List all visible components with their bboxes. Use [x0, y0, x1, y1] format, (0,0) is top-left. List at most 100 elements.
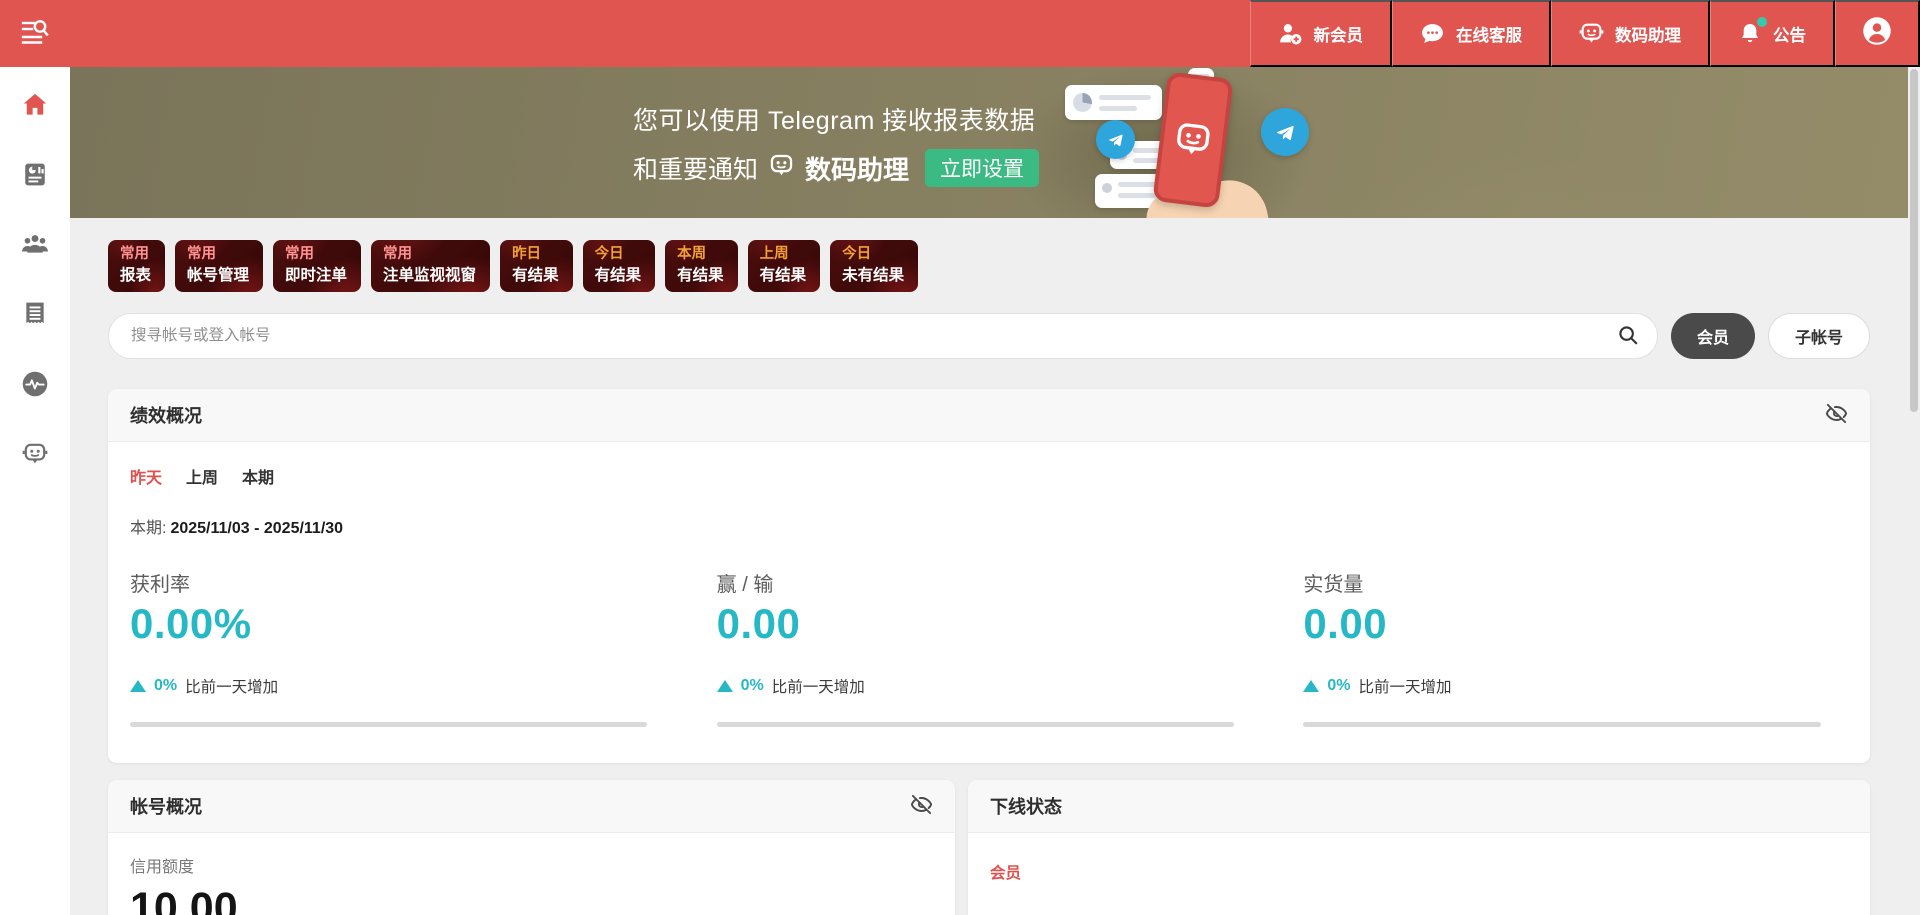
main-content: 您可以使用 Telegram 接收报表数据 和重要通知 数码助理 立即设置 [70, 67, 1908, 915]
card-title: 绩效概况 [130, 402, 202, 428]
quick-link-today-results[interactable]: 今日 有结果 [583, 240, 656, 292]
quick-link-badges: 常用 报表 常用 帐号管理 常用 即时注单 常用 注单监视视窗 昨日 有结果 今… [108, 240, 1870, 292]
badge-tag: 今日 [842, 244, 904, 265]
search-box [108, 313, 1658, 359]
nav-item-label: 公告 [1773, 22, 1806, 46]
quick-link-bet-monitor[interactable]: 常用 注单监视视窗 [371, 240, 490, 292]
metric-label: 实货量 [1303, 568, 1848, 597]
quick-link-yesterday-results[interactable]: 昨日 有结果 [500, 240, 573, 292]
card-header: 帐号概况 [108, 780, 955, 833]
navbar-right-group: 新会员 在线客服 [1250, 0, 1920, 67]
banner-line2-prefix: 和重要通知 [633, 150, 758, 186]
badge-tag: 常用 [187, 244, 249, 265]
tab-last-week[interactable]: 上周 [186, 464, 218, 488]
setup-now-button[interactable]: 立即设置 [925, 149, 1039, 187]
tab-current-period[interactable]: 本期 [242, 464, 274, 488]
nav-item-label: 数码助理 [1615, 22, 1681, 46]
metric-profit-rate: 获利率 0.00% 0% 比前一天增加 [130, 568, 675, 727]
metric-turnover: 实货量 0.00 0% 比前一天增加 [1303, 568, 1848, 727]
sidebar-item-home[interactable] [21, 91, 49, 121]
badge-label: 有结果 [677, 265, 724, 286]
scrollbar-thumb[interactable] [1910, 69, 1918, 412]
hide-values-button[interactable] [910, 793, 933, 819]
eye-off-icon [910, 793, 933, 819]
bet-list-icon [22, 300, 48, 330]
badge-label: 有结果 [595, 265, 642, 286]
metrics-row: 获利率 0.00% 0% 比前一天增加 赢 / 输 0.00 [130, 568, 1848, 727]
search-input[interactable] [109, 327, 1617, 345]
robot-assistant-icon [22, 441, 48, 470]
credit-limit-label: 信用额度 [130, 853, 933, 877]
sidebar-item-members[interactable] [21, 231, 49, 260]
metric-label: 赢 / 输 [717, 568, 1262, 597]
search-button[interactable] [1617, 324, 1639, 349]
badge-label: 报表 [120, 265, 151, 286]
search-row: 会员 子帐号 [108, 313, 1870, 359]
nav-new-member[interactable]: 新会员 [1250, 0, 1393, 67]
quick-link-account-management[interactable]: 常用 帐号管理 [175, 240, 263, 292]
top-navbar: 新会员 在线客服 [0, 0, 1920, 67]
add-member-icon [1278, 21, 1303, 46]
notification-dot [1757, 17, 1767, 27]
bell-icon [1738, 21, 1762, 46]
banner-illustration [1050, 67, 1470, 218]
quick-link-today-no-results[interactable]: 今日 未有结果 [830, 240, 918, 292]
metric-progress-bar [130, 722, 647, 727]
menu-search-button[interactable] [0, 0, 70, 67]
delta-percent: 0% [154, 677, 177, 695]
metric-value: 0.00 [1303, 600, 1848, 648]
account-overview-card: 帐号概况 信用额度 10.00 [108, 780, 955, 915]
eye-off-icon [1825, 402, 1848, 428]
robot-icon [1579, 21, 1604, 46]
filter-subaccount-button[interactable]: 子帐号 [1768, 313, 1870, 359]
tab-yesterday[interactable]: 昨天 [130, 464, 162, 488]
members-icon [21, 231, 49, 260]
delta-percent: 0% [741, 677, 764, 695]
metric-value: 0.00 [717, 600, 1262, 648]
quick-link-reports[interactable]: 常用 报表 [108, 240, 165, 292]
chat-icon [1420, 21, 1445, 46]
telegram-icon [1096, 120, 1135, 159]
downline-status-card: 下线状态 会员 [968, 780, 1870, 915]
nav-announcements[interactable]: 公告 [1710, 0, 1835, 67]
metric-win-loss: 赢 / 输 0.00 0% 比前一天增加 [717, 568, 1262, 727]
metric-delta: 0% 比前一天增加 [1303, 675, 1848, 697]
card-title: 帐号概况 [130, 793, 202, 819]
nav-online-support[interactable]: 在线客服 [1392, 0, 1551, 67]
badge-tag: 常用 [285, 244, 347, 265]
user-avatar-icon [1862, 16, 1892, 51]
increase-arrow-icon [130, 680, 146, 692]
sidebar-item-assistant[interactable] [22, 441, 48, 470]
sidebar-item-reports[interactable] [22, 161, 48, 191]
quick-link-thisweek-results[interactable]: 本周 有结果 [665, 240, 738, 292]
activity-icon [21, 370, 49, 401]
banner-text: 您可以使用 Telegram 接收报表数据 和重要通知 数码助理 立即设置 [633, 101, 1039, 187]
filter-member-button[interactable]: 会员 [1671, 313, 1755, 359]
metric-delta: 0% 比前一天增加 [717, 675, 1262, 697]
downline-member-tab[interactable]: 会员 [990, 861, 1021, 883]
increase-arrow-icon [1303, 680, 1319, 692]
sidebar-item-bet-list[interactable] [22, 300, 48, 330]
nav-digital-assistant[interactable]: 数码助理 [1551, 0, 1710, 67]
delta-text: 比前一天增加 [1358, 675, 1451, 697]
content-area: 常用 报表 常用 帐号管理 常用 即时注单 常用 注单监视视窗 昨日 有结果 今… [70, 218, 1908, 915]
period-range: 本期:2025/11/03 - 2025/11/30 [130, 514, 1848, 538]
badge-tag: 上周 [760, 244, 807, 265]
left-sidebar [0, 67, 70, 915]
credit-limit-value: 10.00 [130, 884, 933, 915]
user-avatar-button[interactable] [1835, 0, 1920, 67]
sidebar-item-activity[interactable] [21, 370, 49, 401]
hide-values-button[interactable] [1825, 402, 1848, 428]
quick-link-lastweek-results[interactable]: 上周 有结果 [748, 240, 821, 292]
banner-line1: 您可以使用 Telegram 接收报表数据 [633, 101, 1039, 137]
performance-overview-card: 绩效概况 昨天 上周 本期 [108, 389, 1870, 763]
badge-label: 有结果 [512, 265, 559, 286]
menu-search-icon [20, 18, 50, 49]
report-icon [22, 161, 48, 191]
nav-item-label: 新会员 [1314, 22, 1364, 46]
search-icon [1617, 324, 1639, 349]
metric-progress-bar [717, 722, 1234, 727]
delta-text: 比前一天增加 [185, 675, 278, 697]
chat-card [1065, 85, 1162, 120]
quick-link-live-bets[interactable]: 常用 即时注单 [273, 240, 361, 292]
